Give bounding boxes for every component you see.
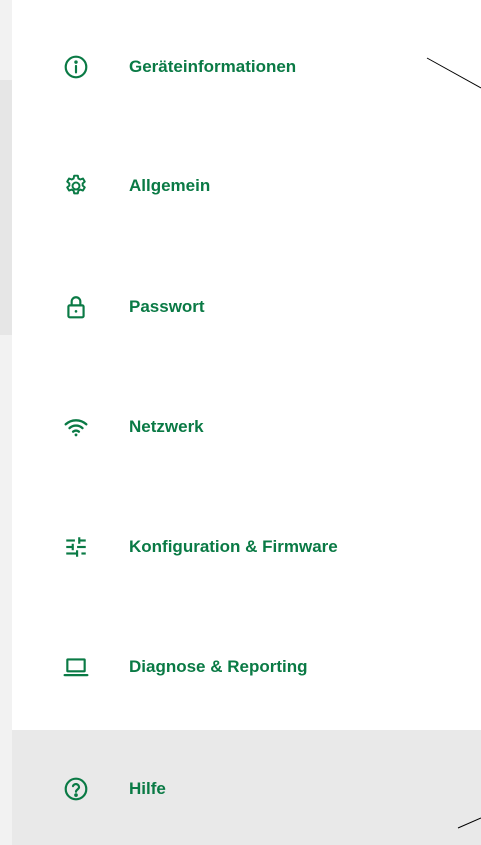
laptop-icon [62,653,90,681]
info-icon [62,53,90,81]
menu-item-allgemein[interactable]: Allgemein [12,127,481,245]
menu-item-hilfe[interactable]: Hilfe [12,730,481,845]
settings-page: Geräteinformationen Allgemein Passwort N… [0,0,481,845]
menu-item-konfiguration-firmware[interactable]: Konfiguration & Firmware [12,488,481,606]
left-panel-edge-shade [0,80,12,335]
menu-item-label: Geräteinformationen [129,57,297,76]
gear-icon [62,172,90,200]
lock-icon [62,293,90,321]
menu-item-label: Allgemein [129,176,211,195]
menu-item-diagnose-reporting[interactable]: Diagnose & Reporting [12,608,481,726]
menu-item-label: Netzwerk [129,417,204,436]
menu-item-label: Passwort [129,297,205,316]
menu-item-label: Hilfe [129,779,166,798]
help-icon [62,775,90,803]
menu-item-label: Diagnose & Reporting [129,657,308,676]
sliders-icon [62,533,90,561]
menu-item-netzwerk[interactable]: Netzwerk [12,368,481,486]
settings-menu: Geräteinformationen Allgemein Passwort N… [12,0,481,845]
menu-item-label: Konfiguration & Firmware [129,537,338,556]
menu-item-geraeteinformationen[interactable]: Geräteinformationen [12,8,481,126]
menu-item-passwort[interactable]: Passwort [12,248,481,366]
wifi-icon [62,413,90,441]
